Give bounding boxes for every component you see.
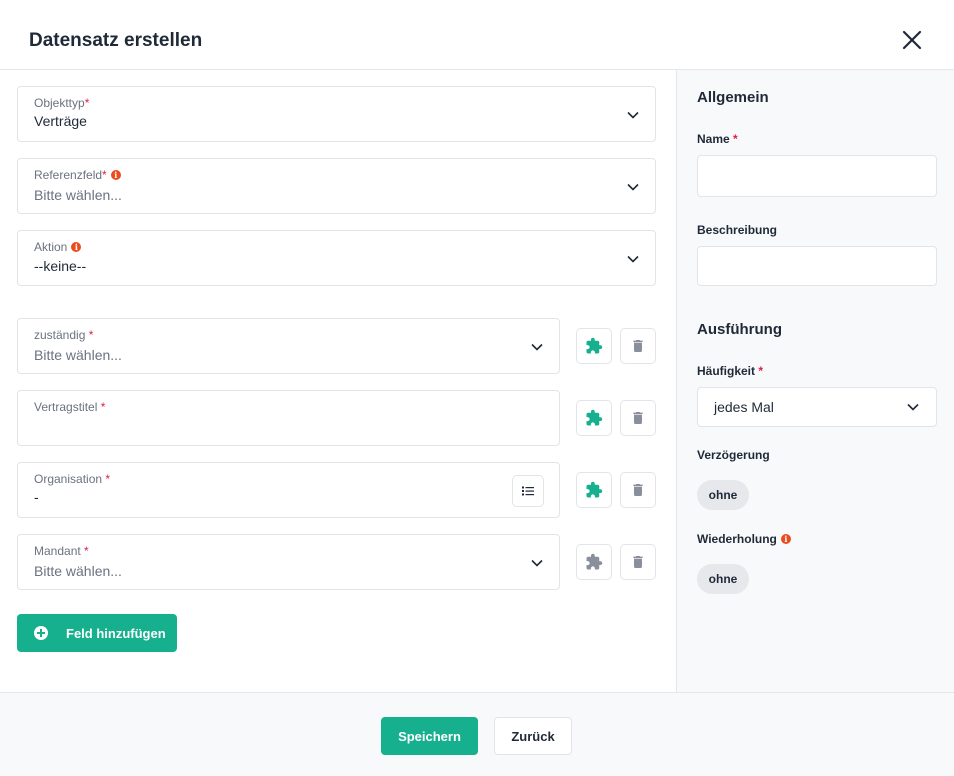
zustaendig-select[interactable]: zuständig * Bitte wählen... xyxy=(17,318,560,374)
objekttyp-label: Objekttyp* xyxy=(34,96,90,110)
organisation-value: - xyxy=(34,489,39,505)
vertragstitel-delete-button[interactable] xyxy=(620,400,656,436)
trash-icon xyxy=(633,340,643,352)
vertragstitel-input[interactable]: Vertragstitel * xyxy=(17,390,560,446)
delay-label: Verzögerung xyxy=(697,448,770,462)
zustaendig-delete-button[interactable] xyxy=(620,328,656,364)
trash-icon xyxy=(633,412,643,424)
frequency-select[interactable]: jedes Mal xyxy=(697,387,937,427)
general-section-title: Allgemein xyxy=(697,89,769,106)
mandant-puzzle-button[interactable] xyxy=(576,544,612,580)
aktion-label: Aktion i xyxy=(34,240,82,254)
name-label: Name * xyxy=(697,132,738,146)
chevron-down-icon xyxy=(531,343,543,351)
objekttyp-select[interactable]: Objekttyp* Verträge xyxy=(17,86,656,142)
puzzle-icon xyxy=(586,337,603,354)
zustaendig-puzzle-button[interactable] xyxy=(576,328,612,364)
mandant-label: Mandant * xyxy=(34,544,89,558)
description-input[interactable] xyxy=(697,246,937,286)
plus-circle-icon xyxy=(34,626,48,640)
organisation-field[interactable]: Organisation * - xyxy=(17,462,560,518)
info-icon: i xyxy=(71,242,82,252)
mandant-select[interactable]: Mandant * Bitte wählen... xyxy=(17,534,560,590)
repeat-pill[interactable]: ohne xyxy=(697,564,749,594)
puzzle-icon xyxy=(586,481,603,498)
close-icon[interactable] xyxy=(900,28,924,52)
list-icon xyxy=(522,486,534,496)
chevron-down-icon xyxy=(627,183,639,191)
referenzfeld-placeholder: Bitte wählen... xyxy=(34,187,122,203)
execution-section-title: Ausführung xyxy=(697,321,782,338)
chevron-down-icon xyxy=(907,403,919,411)
repeat-label: Wiederholung i xyxy=(697,532,791,546)
save-button[interactable]: Speichern xyxy=(381,717,478,755)
referenzfeld-label: Referenzfeld* i xyxy=(34,168,121,182)
frequency-value: jedes Mal xyxy=(714,399,774,415)
zustaendig-placeholder: Bitte wählen... xyxy=(34,347,122,363)
organisation-list-button[interactable] xyxy=(512,475,544,507)
puzzle-icon xyxy=(586,553,603,570)
mandant-delete-button[interactable] xyxy=(620,544,656,580)
aktion-select[interactable]: Aktion i --keine-- xyxy=(17,230,656,286)
trash-icon xyxy=(633,484,643,496)
referenzfeld-select[interactable]: Referenzfeld* i Bitte wählen... xyxy=(17,158,656,214)
aktion-value: --keine-- xyxy=(34,258,87,274)
vertragstitel-label: Vertragstitel * xyxy=(34,400,106,414)
zustaendig-label: zuständig * xyxy=(34,328,94,342)
add-field-label: Feld hinzufügen xyxy=(66,625,166,641)
puzzle-icon xyxy=(586,409,603,426)
add-field-button[interactable]: Feld hinzufügen xyxy=(17,614,177,652)
frequency-label: Häufigkeit * xyxy=(697,364,764,378)
info-icon: i xyxy=(110,170,121,180)
description-label: Beschreibung xyxy=(697,223,778,237)
objekttyp-value: Verträge xyxy=(34,113,87,129)
chevron-down-icon xyxy=(627,111,639,119)
chevron-down-icon xyxy=(627,255,639,263)
info-icon: i xyxy=(780,534,791,544)
back-button[interactable]: Zurück xyxy=(494,717,572,755)
organisation-delete-button[interactable] xyxy=(620,472,656,508)
chevron-down-icon xyxy=(531,559,543,567)
vertragstitel-puzzle-button[interactable] xyxy=(576,400,612,436)
organisation-label: Organisation * xyxy=(34,472,111,486)
name-input[interactable] xyxy=(697,155,937,197)
delay-pill[interactable]: ohne xyxy=(697,480,749,510)
trash-icon xyxy=(633,556,643,568)
mandant-placeholder: Bitte wählen... xyxy=(34,563,122,579)
dialog-title: Datensatz erstellen xyxy=(29,30,203,51)
organisation-puzzle-button[interactable] xyxy=(576,472,612,508)
